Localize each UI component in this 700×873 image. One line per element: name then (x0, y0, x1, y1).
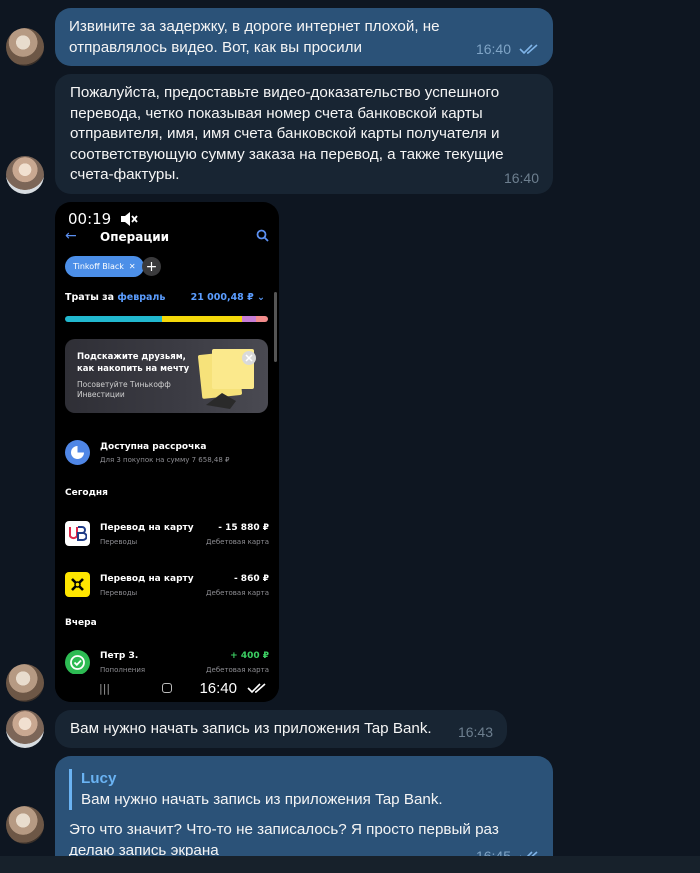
video-message[interactable]: 00:19 ← Операции Tinkoff Black ✕ + Траты… (55, 202, 279, 702)
message-meta: 16:40 (476, 39, 539, 60)
check-circle-icon (65, 650, 90, 675)
operation-title: Петр З. (100, 651, 139, 661)
spending-amount-value: 21 000,48 ₽ (190, 292, 254, 303)
spending-prefix: Траты за (65, 292, 115, 303)
phone-status-time: 00:19 (68, 210, 112, 228)
avatar[interactable] (6, 664, 44, 702)
message-meta: 16:43 (458, 722, 493, 743)
message-bubble[interactable]: Пожалуйста, предоставьте видео-доказател… (55, 74, 553, 194)
message-text: Это что значит? Что-то не записалось? Я … (69, 821, 499, 859)
reply-text: Вам нужно начать запись из приложения Ta… (81, 790, 443, 808)
spending-month: февраль (117, 292, 166, 303)
avatar[interactable] (6, 806, 44, 844)
promo-title: Подскажите друзьям, как накопить на мечт… (77, 352, 190, 374)
message-text: Вам нужно начать запись из приложения Ta… (70, 720, 432, 737)
operation-title: Перевод на карту (100, 574, 194, 584)
avatar[interactable] (6, 156, 44, 194)
message-bubble[interactable]: Извините за задержку, в дороге интернет … (55, 8, 553, 66)
phone-scrollbar (274, 292, 277, 362)
chevron-down-icon: ⌄ (257, 292, 265, 303)
operation-amount: - 15 880 ₽ (218, 523, 269, 533)
raiffeisen-logo-icon (65, 572, 90, 597)
plus-icon: + (142, 257, 161, 276)
message-time: 16:40 (503, 169, 539, 186)
installment-icon (65, 440, 90, 465)
message-bubble[interactable]: Вам нужно начать запись из приложения Ta… (55, 710, 507, 748)
reply-quote[interactable]: Lucy Вам нужно начать запись из приложен… (69, 769, 539, 810)
phone-status-bar: 00:19 (68, 210, 139, 228)
installment-subtitle: Для 3 покупок на сумму 7 658,48 ₽ (100, 456, 230, 464)
operation-amount: - 860 ₽ (233, 574, 269, 584)
operation-card: Дебетовая карта (206, 589, 269, 597)
avatar[interactable] (6, 710, 44, 748)
promo-subtitle: Посоветуйте Тинькофф Инвестиции (77, 380, 171, 399)
card-filter-chip: Tinkoff Black ✕ (65, 256, 144, 277)
spending-bar (65, 316, 268, 322)
bank-logo-icon (65, 521, 90, 546)
section-today: Сегодня (65, 488, 108, 498)
close-icon: ✕ (128, 262, 136, 271)
message-time: 16:40 (199, 679, 237, 697)
phone-screen-title: Операции (100, 230, 170, 244)
message-time: 16:40 (475, 40, 511, 57)
recent-apps-icon: ||| (99, 681, 111, 695)
operation-title: Перевод на карту (100, 523, 194, 533)
operation-category: Переводы (100, 538, 138, 546)
section-yesterday: Вчера (65, 618, 97, 628)
back-arrow-icon: ← (65, 228, 77, 244)
mute-icon (121, 212, 138, 226)
spending-amount: 21 000,48 ₽ ⌄ (191, 292, 265, 303)
message-time: 16:43 (457, 723, 493, 740)
installment-title: Доступна рассрочка (100, 442, 207, 452)
operation-card: Дебетовая карта (206, 666, 269, 674)
operation-card: Дебетовая карта (206, 538, 269, 546)
chip-label: Tinkoff Black (73, 262, 124, 271)
search-icon (256, 229, 269, 242)
spending-label: Траты за февраль (65, 292, 165, 303)
operation-category: Пополнения (100, 666, 146, 674)
double-check-icon (247, 683, 266, 694)
phone-nav-bar: ||| 16:40 (55, 674, 279, 702)
promo-illustration-icon (198, 349, 256, 409)
message-meta: 16:40 (504, 168, 539, 189)
double-check-icon (519, 44, 538, 54)
message-text: Извините за задержку, в дороге интернет … (69, 18, 440, 56)
home-icon (162, 683, 172, 693)
message-text: Пожалуйста, предоставьте видео-доказател… (70, 84, 504, 183)
reply-author: Lucy (81, 770, 117, 787)
message-input-bar[interactable] (0, 856, 700, 873)
operation-category: Переводы (100, 589, 138, 597)
operation-amount: + 400 ₽ (230, 651, 269, 661)
avatar[interactable] (6, 28, 44, 66)
promo-banner: Подскажите друзьям, как накопить на мечт… (65, 339, 268, 413)
